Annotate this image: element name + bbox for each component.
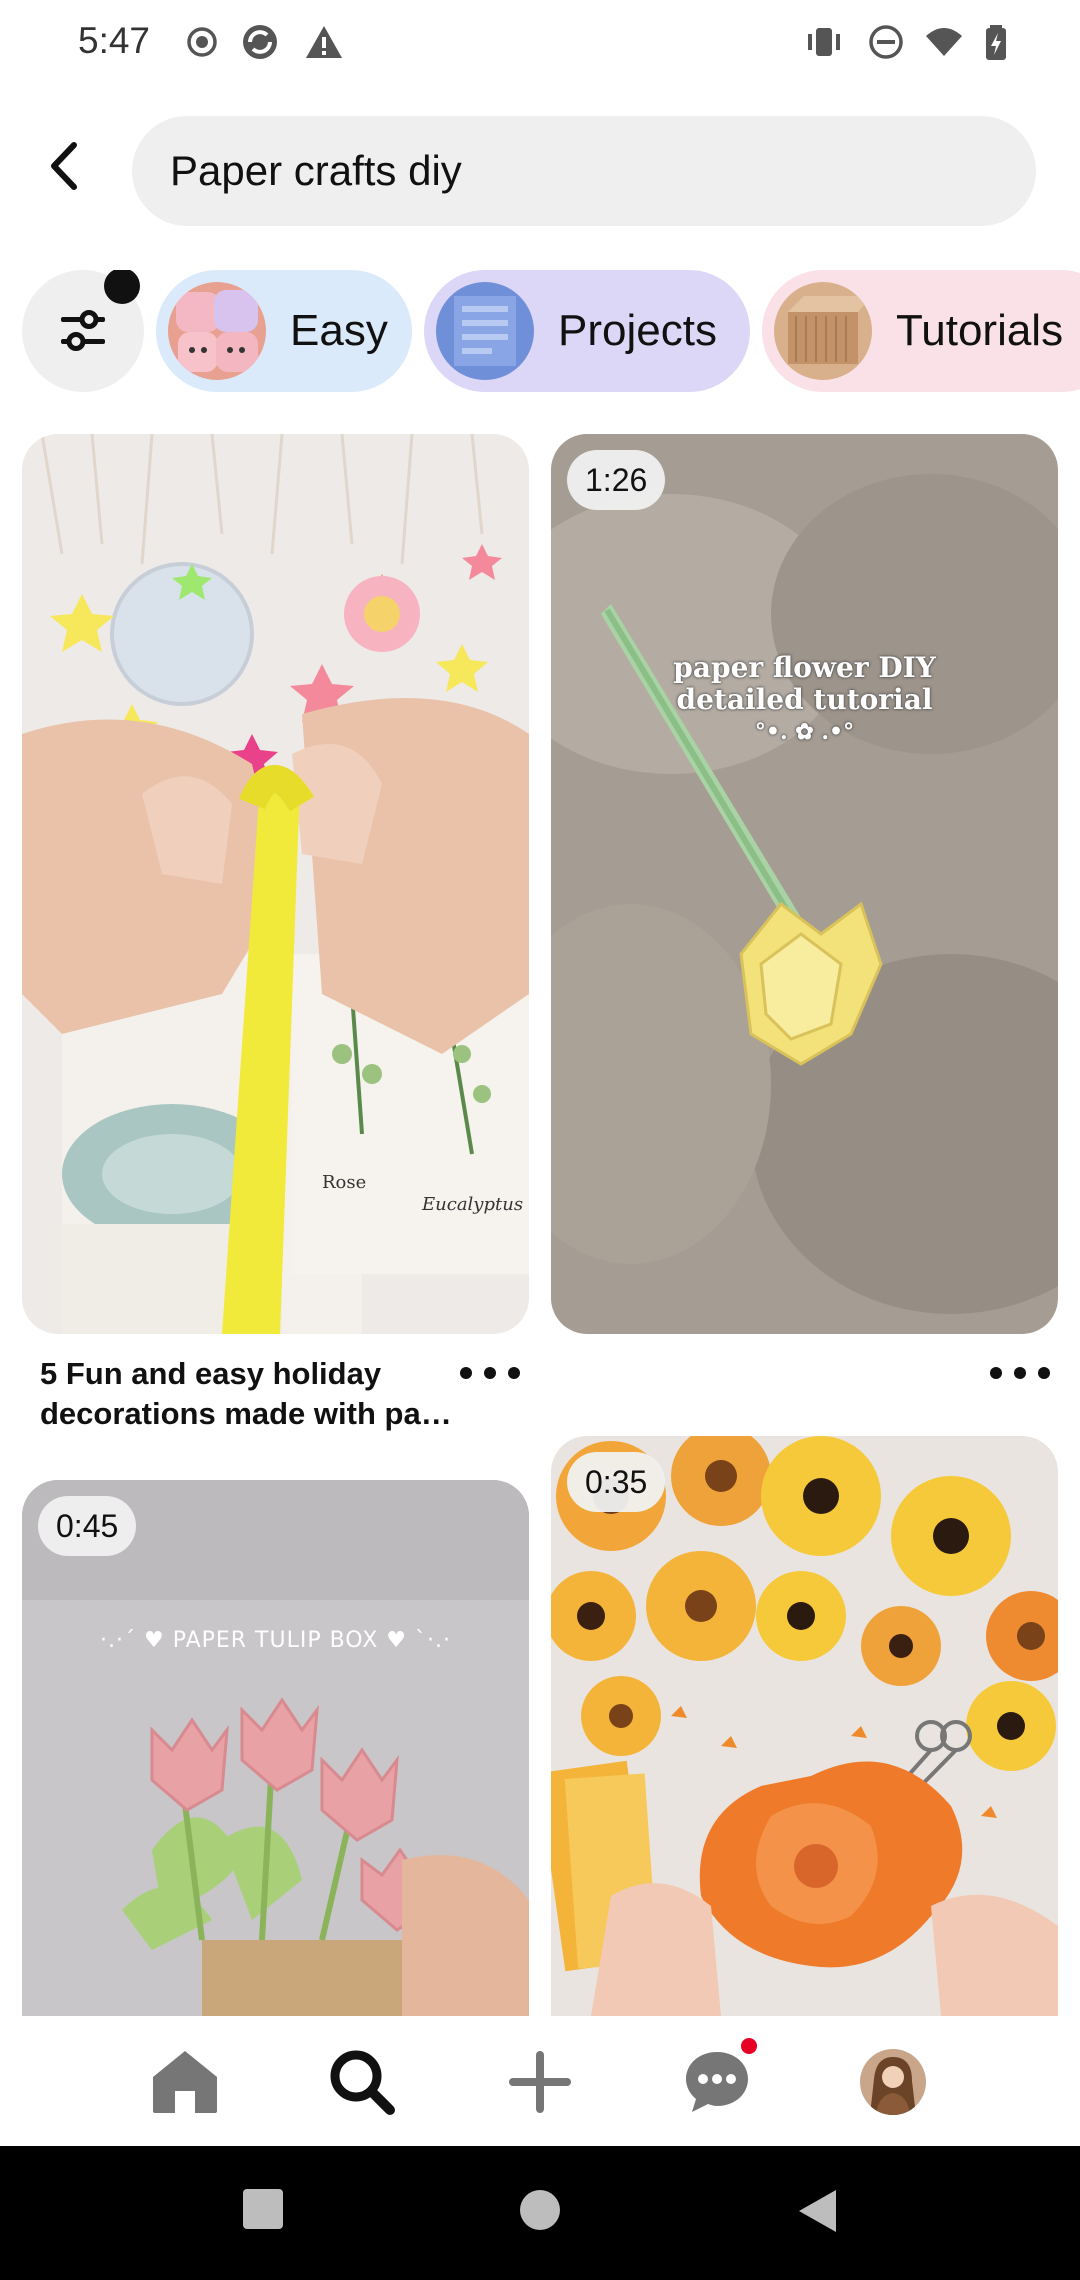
video-duration-badge: 0:35 [567,1452,666,1512]
more-options-button[interactable] [460,1358,520,1388]
plus-icon [509,2051,571,2113]
pin-image-paper-stars[interactable]: Rose Eucalyptus [22,434,529,1334]
nav-messages[interactable] [679,2038,757,2120]
pin-overlay-text: ·.·´ ♥ PAPER TULIP BOX ♥ `·.· [100,1628,451,1653]
search-input[interactable] [168,146,992,196]
home-circle-icon [520,2190,560,2230]
dot [990,1367,1002,1379]
dot [1038,1367,1050,1379]
overlay-line: detailed tutorial [676,683,933,716]
chip-projects-thumbnail [436,282,534,380]
overlay-line: °•. ✿ .•° [754,719,855,745]
video-duration-badge: 0:45 [38,1496,137,1556]
status-time: 5:47 [78,20,151,61]
nav-home[interactable] [147,2044,223,2120]
do-not-disturb-icon [866,22,906,62]
chevron-left-icon [51,142,77,190]
nav-search[interactable] [324,2044,400,2120]
chip-easy-label: Easy [290,306,388,355]
recents-button[interactable] [242,2188,284,2235]
record-icon [182,22,222,62]
chip-tutorials-label: Tutorials [896,306,1064,355]
home-icon [153,2051,217,2113]
system-navigation-bar [0,2146,1080,2280]
pin-overlay-text: paper flower DIY detailed tutorial °•. ✿… [551,652,1058,748]
pin-title[interactable]: 5 Fun and easy holiday decorations made … [40,1354,460,1434]
search-bar[interactable] [132,116,1036,226]
profile-avatar [860,2049,926,2115]
messages-icon [686,2052,748,2112]
label-rose: Rose [322,1172,367,1193]
sync-icon [240,22,280,62]
overlay-line: paper flower DIY [673,651,936,684]
search-icon [330,2050,395,2115]
pin-image-tulip-box[interactable]: ·.·´ ♥ PAPER TULIP BOX ♥ `·.· 0:45 [22,1480,529,2016]
back-button[interactable] [34,136,94,196]
notification-dot [741,2038,757,2054]
guide-chips-row: Easy Projects Tutorials [0,270,1080,392]
wifi-icon [924,22,964,62]
chip-tutorials[interactable]: Tutorials [762,270,1080,392]
pin-title-line1: 5 Fun and easy holiday [40,1356,382,1391]
status-bar: 5:47 [0,0,1080,88]
dot [1014,1367,1026,1379]
nav-profile[interactable] [855,2044,931,2120]
pin-image-paper-flower[interactable]: paper flower DIY detailed tutorial °•. ✿… [551,434,1058,1334]
chip-tutorials-thumbnail [774,282,872,380]
chip-projects-label: Projects [558,306,717,355]
bottom-nav-bar [0,2016,1080,2146]
nav-create[interactable] [502,2044,578,2120]
chip-easy[interactable]: Easy [156,270,412,392]
sliders-icon [61,310,105,351]
pin-title-line2: decorations made with pa… [40,1396,452,1431]
home-button[interactable] [518,2188,562,2237]
chip-easy-thumbnail [168,282,266,380]
label-eucalyptus: Eucalyptus [422,1194,524,1215]
video-duration-badge: 1:26 [567,450,666,510]
recents-icon [243,2189,283,2229]
more-options-button[interactable] [990,1358,1050,1388]
back-system-button[interactable] [796,2188,838,2239]
dot [484,1367,496,1379]
chip-projects[interactable]: Projects [424,270,750,392]
dot [460,1367,472,1379]
dot [508,1367,520,1379]
warning-icon [304,22,344,62]
battery-icon [976,22,1016,62]
back-triangle-icon [799,2190,836,2232]
vibrate-icon [804,22,844,62]
pin-image-orange-flowers[interactable]: 0:35 [551,1436,1058,2016]
